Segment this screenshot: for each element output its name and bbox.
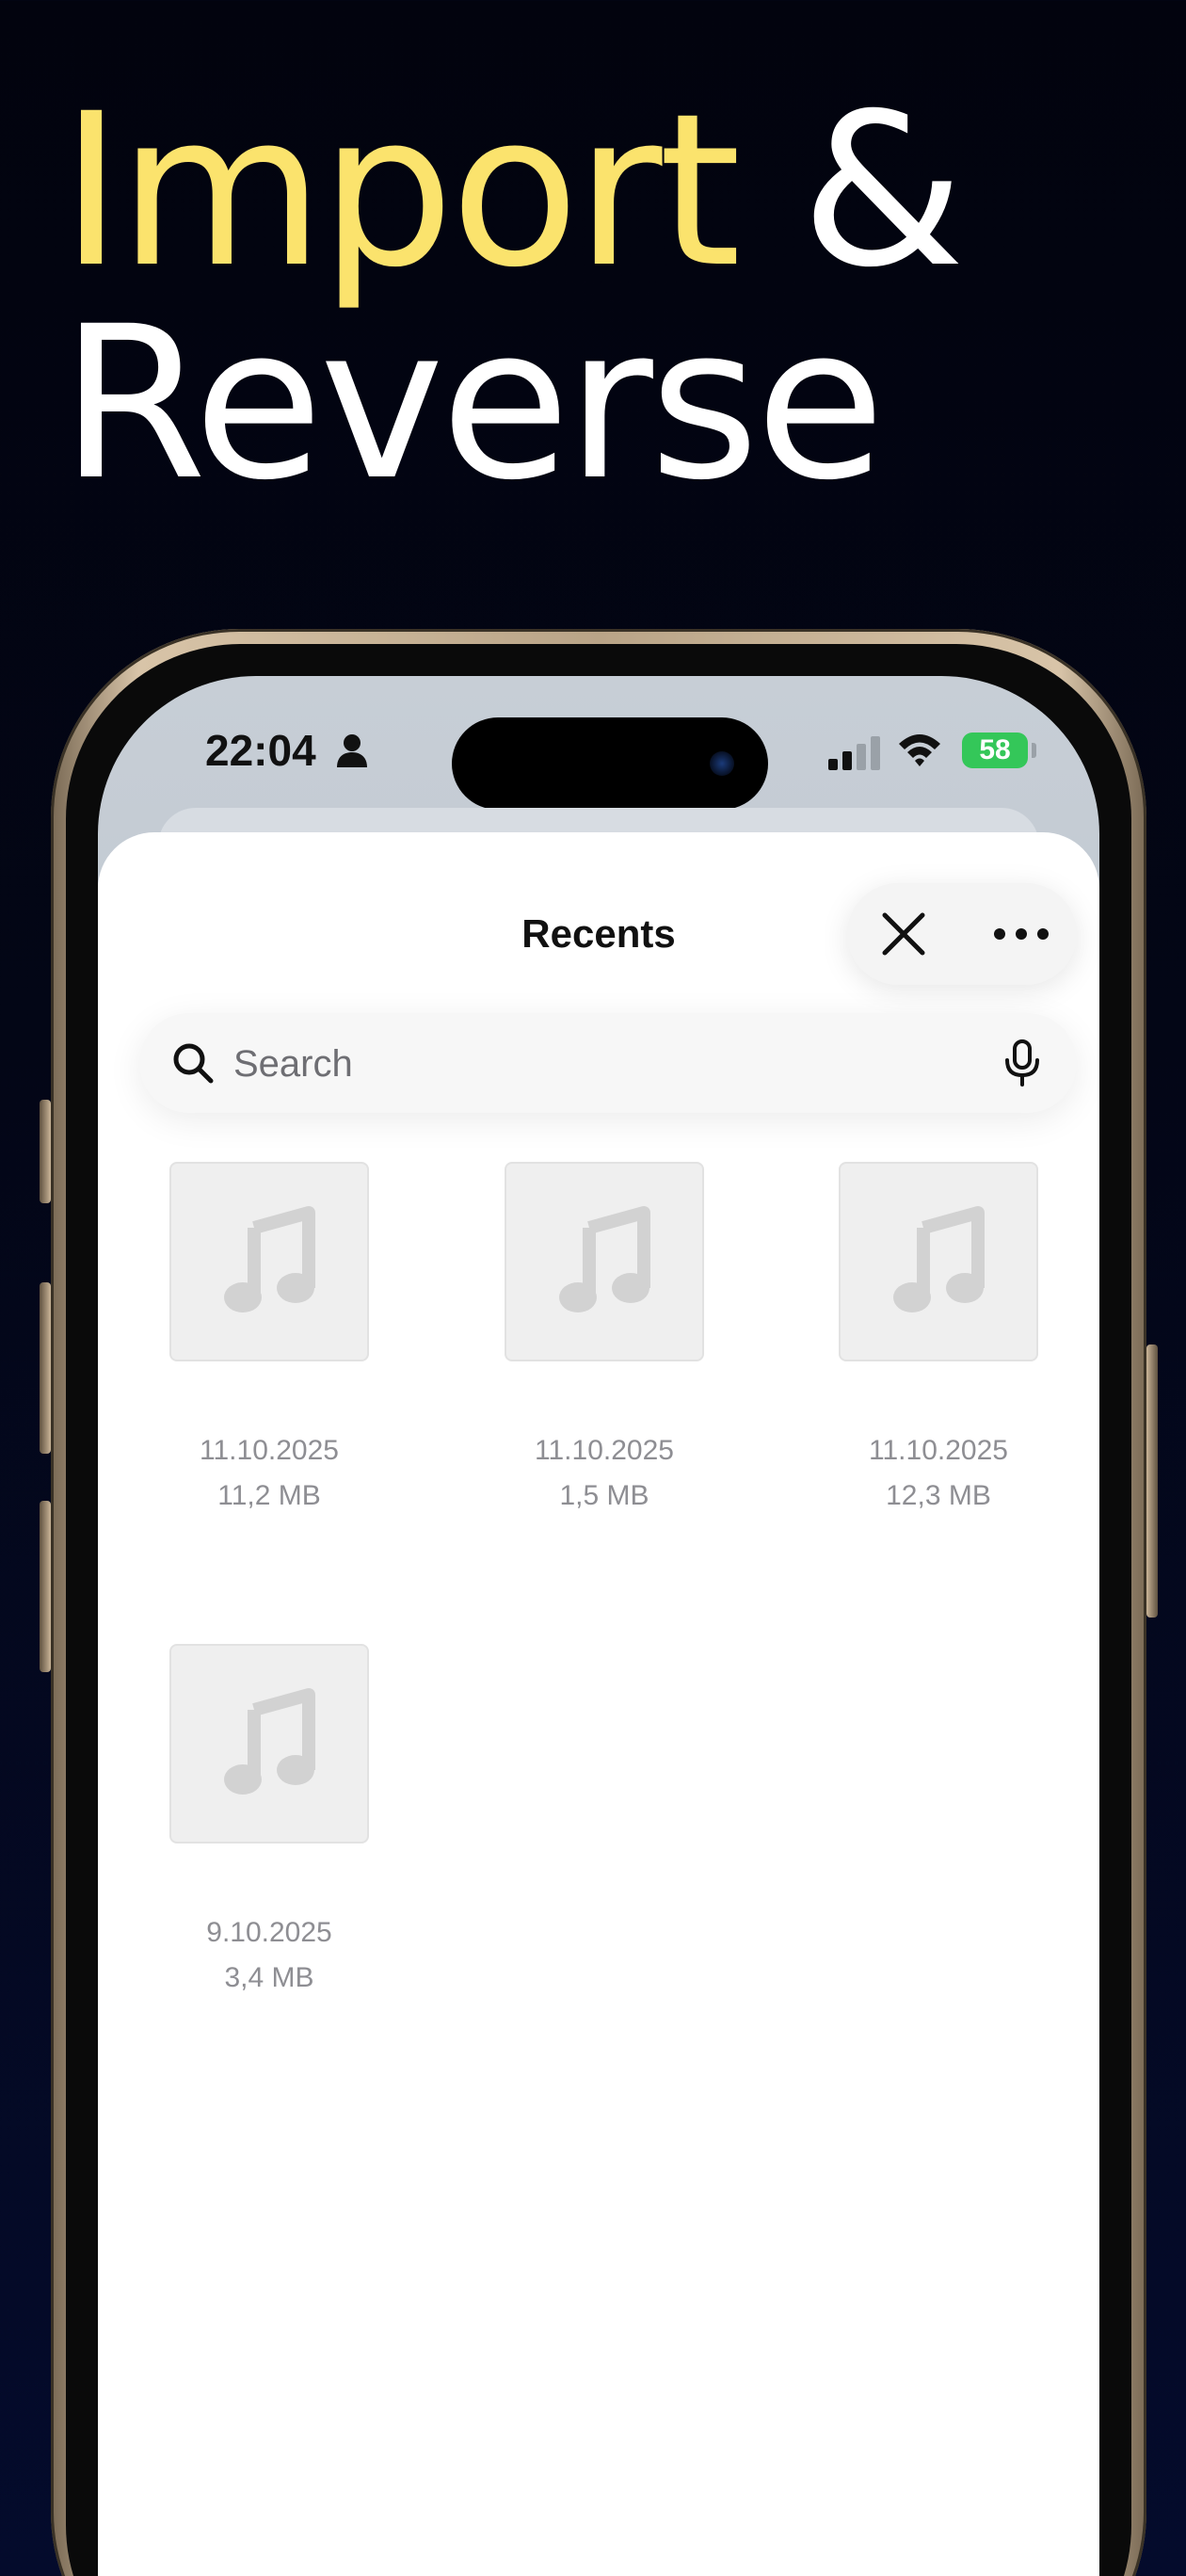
- person-icon: [337, 734, 367, 767]
- volume-down-button: [40, 1501, 51, 1672]
- file-size: 1,5 MB: [559, 1480, 649, 1511]
- file-thumbnail: [505, 1162, 704, 1361]
- phone-frame: 22:04 58 Recents Search 11.10.2025 11,2 …: [40, 629, 1158, 2576]
- battery-icon: 58: [962, 733, 1028, 768]
- file-thumbnail: [169, 1162, 369, 1361]
- music-note-icon: [224, 1688, 315, 1795]
- file-thumbnail: [169, 1644, 369, 1843]
- dynamic-island: [452, 717, 768, 810]
- headline-line-1: Import &: [60, 85, 965, 298]
- file-date: 11.10.2025: [535, 1435, 674, 1466]
- file-thumbnail: [839, 1162, 1038, 1361]
- music-note-icon: [559, 1206, 650, 1312]
- headline: Import & Reverse: [60, 85, 965, 526]
- volume-up-button: [40, 1282, 51, 1454]
- power-button: [1146, 1344, 1158, 1618]
- front-camera: [710, 751, 734, 776]
- phone-screen: 22:04 58 Recents Search 11.10.2025 11,2 …: [98, 676, 1099, 2576]
- phone-bezel: 22:04 58 Recents Search 11.10.2025 11,2 …: [66, 644, 1131, 2576]
- file-size: 11,2 MB: [217, 1480, 321, 1511]
- file-grid: 11.10.2025 11,2 MB 11.10.2025 1,5 MB 11.…: [98, 832, 1099, 2576]
- action-button: [40, 1100, 51, 1203]
- status-time: 22:04: [205, 726, 316, 775]
- battery-cap: [1032, 743, 1036, 758]
- file-date: 11.10.2025: [200, 1435, 339, 1466]
- music-note-icon: [893, 1206, 985, 1312]
- recents-sheet: Recents Search 11.10.2025 11,2 MB 11.10.…: [98, 832, 1099, 2576]
- headline-line-2: Reverse: [60, 281, 885, 526]
- file-date: 11.10.2025: [869, 1435, 1008, 1466]
- signal-icon: [828, 736, 880, 770]
- file-size: 12,3 MB: [886, 1480, 991, 1511]
- file-size: 3,4 MB: [224, 1962, 314, 1993]
- file-date: 9.10.2025: [206, 1917, 332, 1948]
- battery-percent: 58: [979, 734, 1011, 765]
- headline-ampersand: &: [800, 68, 966, 314]
- wifi-icon: [899, 734, 940, 766]
- music-note-icon: [224, 1206, 315, 1312]
- headline-accent-word: Import: [60, 68, 741, 314]
